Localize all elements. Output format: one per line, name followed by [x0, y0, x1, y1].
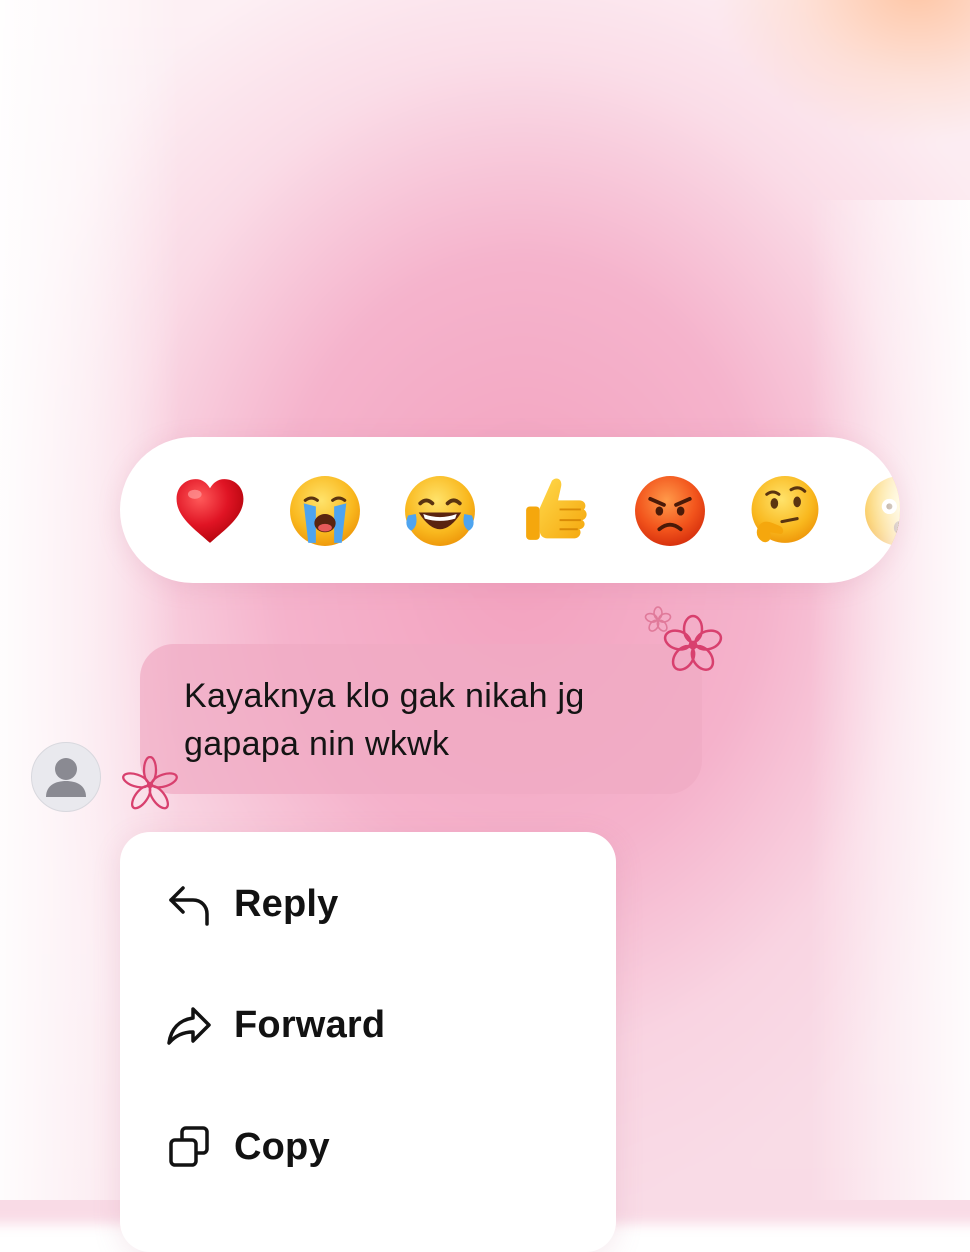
menu-item-copy[interactable]: Copy [120, 1097, 616, 1197]
reaction-tears-of-joy[interactable] [400, 471, 480, 551]
menu-item-forward[interactable]: Forward [120, 975, 616, 1075]
reply-arrow-icon [164, 879, 214, 929]
forward-arrow-icon [164, 1000, 214, 1050]
loudly-crying-face-icon [290, 476, 360, 546]
reaction-thinking[interactable] [745, 471, 825, 551]
background-fade-right [810, 200, 970, 1200]
reaction-thumbs-up[interactable] [515, 471, 595, 551]
menu-item-label: Forward [234, 1003, 386, 1046]
message-text: Kayaknya klo gak nikah jg gapapa nin wkw… [184, 672, 684, 768]
reaction-astonished[interactable] [860, 471, 900, 551]
message-line-2: gapapa nin wkwk [184, 725, 450, 763]
red-heart-icon [176, 479, 244, 543]
default-user-avatar-icon [46, 758, 86, 797]
reaction-crying[interactable] [285, 471, 365, 551]
reaction-angry[interactable] [630, 471, 710, 551]
small-flower-doodle-icon [644, 606, 672, 632]
menu-item-reply[interactable]: Reply [120, 854, 616, 954]
thinking-face-icon [751, 476, 819, 543]
copy-icon [164, 1122, 214, 1172]
reaction-bar [120, 437, 900, 583]
message-context-menu: Reply Forward Copy [120, 832, 616, 1252]
reaction-heart[interactable] [170, 471, 250, 551]
angry-face-icon [635, 476, 705, 546]
thumbs-up-icon [526, 478, 587, 540]
avatar[interactable] [31, 742, 101, 812]
menu-item-label: Reply [234, 882, 339, 925]
flower-doodle-icon [122, 756, 178, 810]
message-line-1: Kayaknya klo gak nikah jg [184, 677, 585, 715]
message-bubble[interactable]: Kayaknya klo gak nikah jg gapapa nin wkw… [140, 644, 702, 794]
face-with-tears-of-joy-icon [405, 476, 475, 546]
astonished-face-icon [865, 476, 900, 546]
menu-item-label: Copy [234, 1125, 330, 1168]
